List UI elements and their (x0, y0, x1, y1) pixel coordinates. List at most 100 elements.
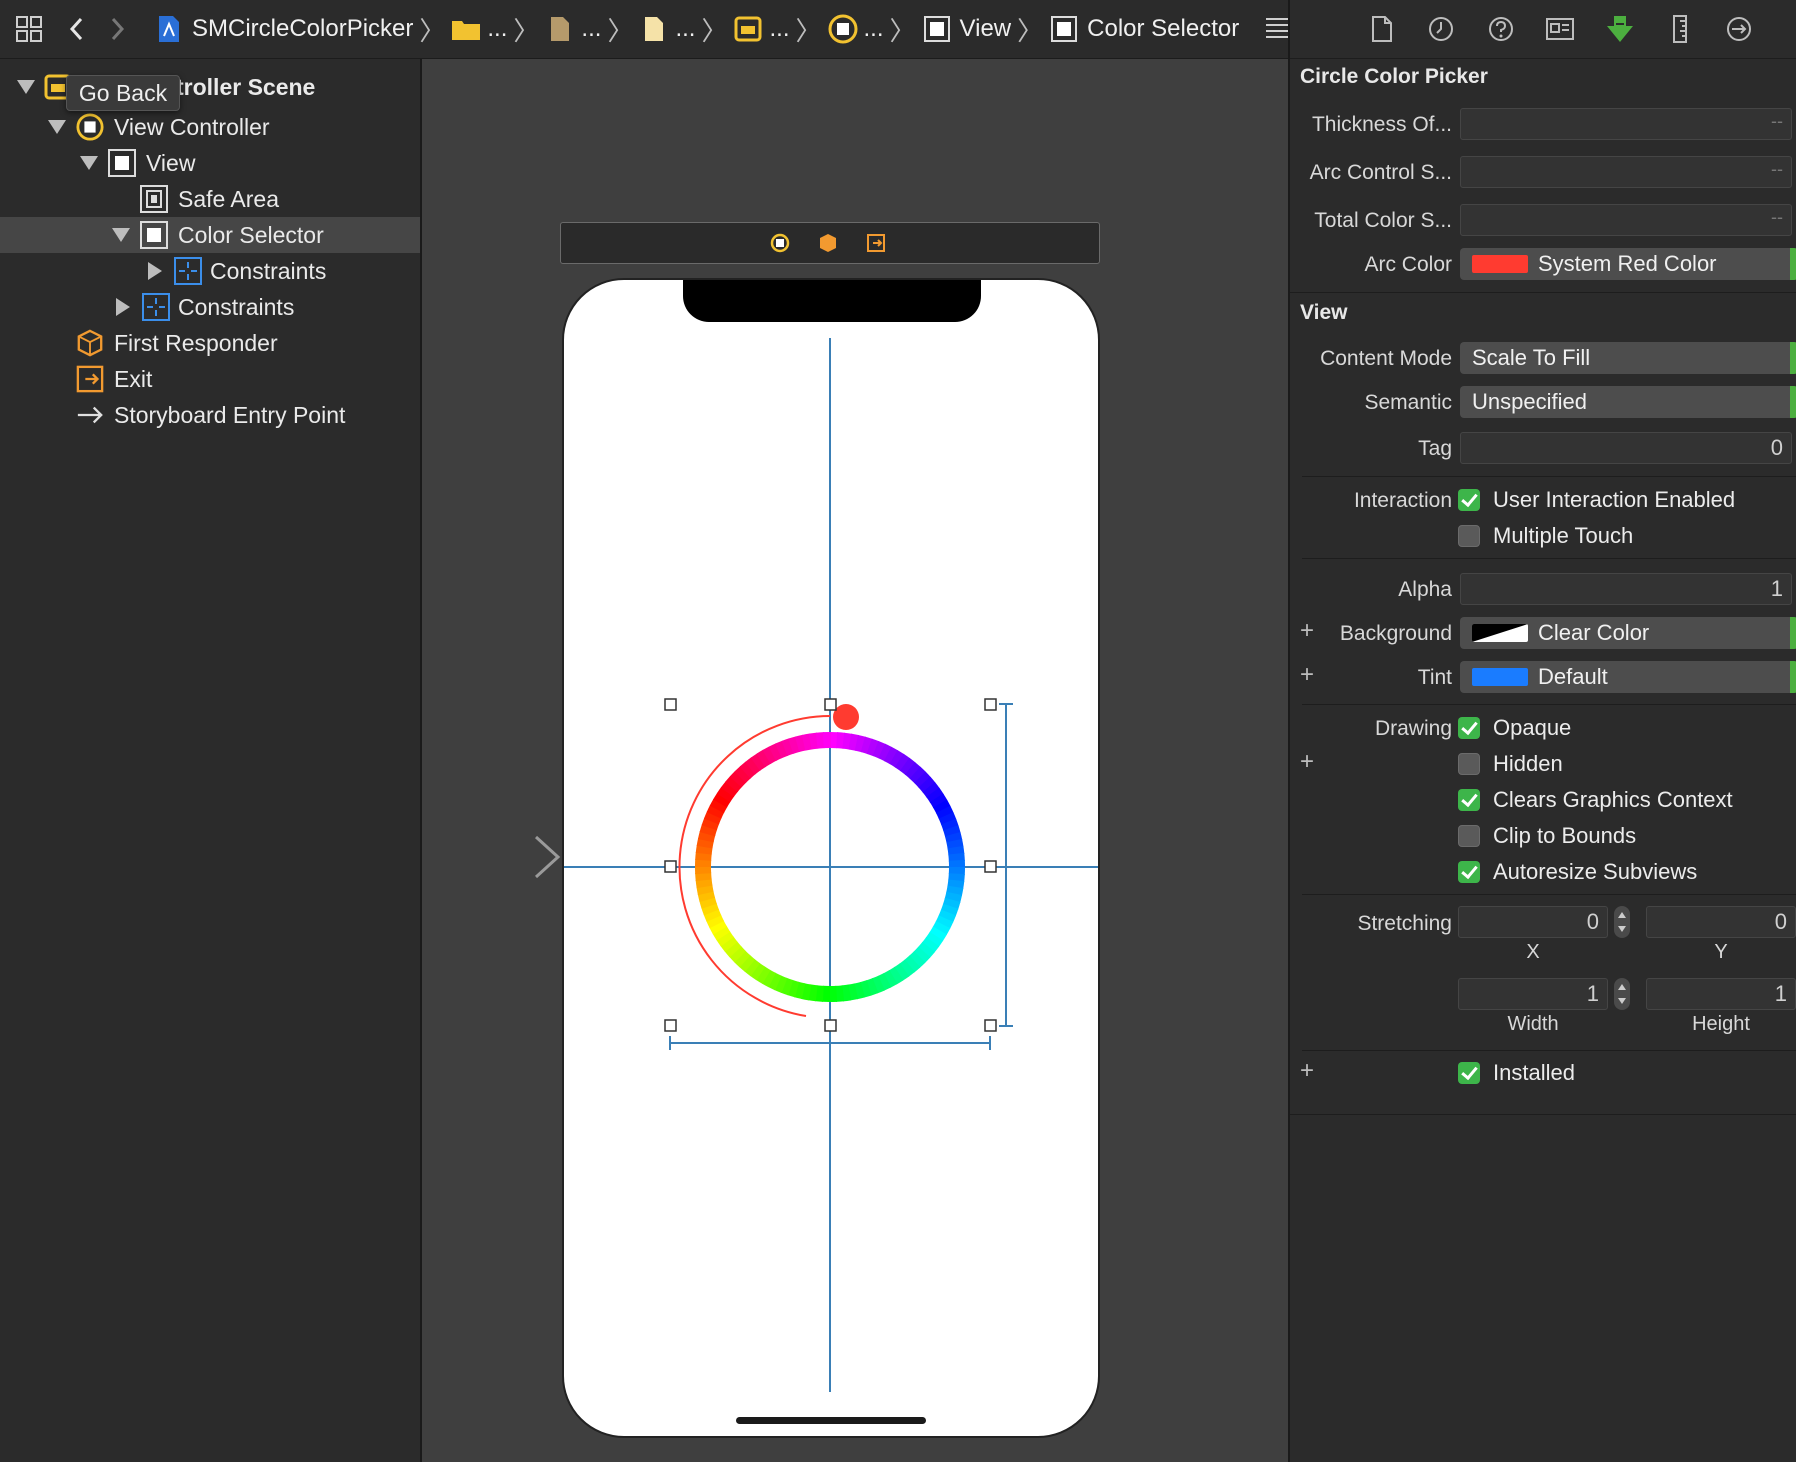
add-variation-icon[interactable]: + (1300, 617, 1314, 645)
total-color-label: Total Color S... (1314, 209, 1452, 232)
outline-item-constraints[interactable]: Constraints (0, 289, 420, 325)
total-color-field[interactable]: -- (1460, 204, 1792, 236)
disclosure-triangle-icon[interactable] (48, 120, 66, 134)
add-variation-icon[interactable]: + (1300, 1057, 1314, 1085)
autoresize-checkbox[interactable] (1458, 861, 1480, 883)
disclosure-triangle-icon[interactable] (148, 262, 162, 280)
height-constraint[interactable] (999, 703, 1013, 1027)
thickness-field[interactable]: -- (1460, 108, 1792, 140)
breadcrumb-scene[interactable]: ... (769, 15, 789, 43)
size-inspector-icon[interactable] (1665, 14, 1695, 44)
outline-item-view[interactable]: View (0, 145, 420, 181)
breadcrumb-project[interactable]: SMCircleColorPicker (192, 15, 413, 43)
color-wheel-segment (922, 782, 940, 798)
opaque-checkbox[interactable] (1458, 717, 1480, 739)
outline-item-constraints[interactable]: Constraints (0, 253, 420, 289)
disclosure-triangle-icon[interactable] (116, 298, 130, 316)
breadcrumb-file[interactable]: ... (581, 15, 601, 43)
stretch-x-stepper[interactable] (1614, 906, 1630, 938)
color-wheel-segment (883, 970, 898, 988)
user-interaction-label: User Interaction Enabled (1493, 487, 1736, 512)
color-wheel-segment (847, 983, 859, 1001)
outline-item-exit[interactable]: Exit (0, 361, 420, 397)
hidden-checkbox[interactable] (1458, 753, 1480, 775)
outline-item-color-selector[interactable]: Color Selector (0, 217, 420, 253)
tint-popup[interactable]: Default (1460, 661, 1796, 693)
stretch-y-field[interactable]: 0 (1646, 906, 1796, 938)
clears-graphics-checkbox[interactable] (1458, 789, 1480, 811)
stretch-height-field[interactable]: 1 (1646, 978, 1796, 1010)
arc-color-label: Arc Color (1364, 253, 1452, 276)
tag-field[interactable]: 0 (1460, 432, 1792, 464)
add-variation-icon[interactable]: + (1300, 748, 1314, 776)
disclosure-triangle-icon[interactable] (17, 80, 35, 94)
breadcrumb-view-controller[interactable]: ... (864, 15, 884, 43)
view-controller-icon[interactable] (770, 233, 790, 258)
first-responder-icon[interactable] (818, 233, 838, 258)
arc-color-value: System Red Color (1538, 251, 1717, 276)
color-wheel-segment (800, 983, 812, 1001)
arc-control-field[interactable]: -- (1460, 156, 1792, 188)
color-selector-view[interactable] (564, 280, 1098, 1436)
attributes-inspector-icon[interactable] (1605, 14, 1635, 44)
color-wheel-segment (929, 793, 948, 809)
stretch-width-stepper[interactable] (1614, 978, 1630, 1010)
outline-item-view-controller[interactable]: View Controller (0, 109, 420, 145)
exit-icon[interactable] (866, 233, 886, 258)
interaction-label: Interaction (1353, 489, 1452, 512)
clip-to-bounds-checkbox[interactable] (1458, 825, 1480, 847)
breadcrumb-folder[interactable]: ... (487, 15, 507, 43)
breadcrumb-view[interactable]: View (960, 15, 1012, 43)
color-wheel-segment (938, 812, 957, 826)
color-wheel-segment (701, 817, 720, 831)
document-outline: troller Scene View Controller View Safe … (0, 59, 422, 1462)
color-wheel-segment (706, 914, 724, 929)
multiple-touch-checkbox[interactable] (1458, 525, 1480, 547)
installed-checkbox[interactable] (1458, 1062, 1480, 1084)
stretch-x-field[interactable]: 0 (1458, 906, 1608, 938)
color-wheel-segment (696, 884, 714, 896)
identity-inspector-icon[interactable] (1545, 14, 1575, 44)
history-inspector-icon[interactable] (1426, 14, 1456, 44)
divider (1302, 894, 1796, 895)
content-mode-popup[interactable]: Scale To Fill (1460, 342, 1796, 374)
outline-item-first-responder[interactable]: First Responder (0, 325, 420, 361)
go-back-tooltip: Go Back (66, 75, 180, 111)
entry-point-arrow-icon[interactable] (432, 832, 562, 882)
semantic-popup[interactable]: Unspecified (1460, 386, 1796, 418)
arc-control-value: -- (1771, 159, 1783, 179)
user-interaction-checkbox[interactable] (1458, 489, 1480, 511)
breadcrumb-color-selector[interactable]: Color Selector (1087, 15, 1239, 43)
iphone-canvas[interactable] (562, 278, 1100, 1438)
color-wheel-segment (918, 776, 936, 793)
outline-item-scene[interactable]: troller Scene (0, 69, 420, 105)
color-wheel-segment (775, 740, 789, 759)
file-inspector-icon[interactable] (1367, 14, 1397, 44)
breadcrumb-storyboard[interactable]: ... (675, 15, 695, 43)
view-controller-icon (828, 14, 858, 44)
height-label: Height (1692, 1013, 1750, 1035)
color-wheel-segment (814, 985, 824, 1002)
arc-color-popup[interactable]: System Red Color (1460, 248, 1796, 280)
add-variation-icon[interactable]: + (1300, 661, 1314, 689)
stretch-width-field[interactable]: 1 (1458, 978, 1608, 1010)
connections-inspector-icon[interactable] (1724, 14, 1754, 44)
disclosure-triangle-icon[interactable] (112, 228, 130, 242)
background-popup[interactable]: Clear Color (1460, 617, 1796, 649)
color-wheel-segment (697, 890, 716, 902)
outline-item-safe-area[interactable]: Safe Area (0, 181, 420, 217)
view-icon (922, 14, 952, 44)
background-value: Clear Color (1538, 620, 1650, 645)
disclosure-triangle-icon[interactable] (80, 156, 98, 170)
help-inspector-icon[interactable] (1486, 14, 1516, 44)
forward-chevron-icon[interactable] (102, 14, 132, 44)
outline-item-entry-point[interactable]: Storyboard Entry Point (0, 397, 420, 433)
editor-options-icon[interactable] (1263, 14, 1288, 44)
color-wheel-segment (734, 765, 752, 783)
alpha-field[interactable]: 1 (1460, 573, 1792, 605)
color-handle[interactable] (833, 704, 859, 730)
thickness-label: Thickness Of... (1311, 113, 1452, 136)
related-items-icon[interactable] (14, 14, 44, 44)
back-chevron-icon[interactable] (62, 14, 92, 44)
color-wheel-segment (942, 897, 961, 910)
